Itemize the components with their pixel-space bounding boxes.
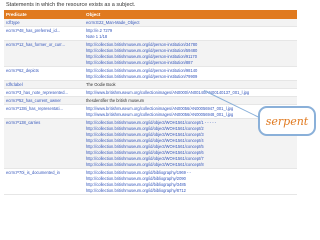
object-cell: http://collection.britishmuseum.org/id/p… — [84, 41, 297, 66]
table-row: ecrm:P138i_has_representati... http://www… — [4, 105, 297, 119]
table-row: rdf:type ecrm:E22_Man-Made_Object — [4, 19, 297, 27]
object-cell: http://www.britishmuseum.org/collectioni… — [84, 89, 297, 96]
table-body: rdf:type ecrm:E22_Man-Made_Object ecrm:P48… — [4, 19, 297, 195]
object-value: thesdentifier the british museum — [86, 97, 145, 103]
table-row: ecrm:P138_carries http://collection.briti… — [4, 119, 297, 169]
predicate-link[interactable]: ecrm:P138i_has_representati... — [4, 105, 84, 118]
table-row: rdfs:label The Oodie Book — [4, 81, 297, 89]
object-column-header: Object — [86, 12, 101, 17]
predicate-link[interactable]: ecrm:P12_has_former_or_curr... — [4, 41, 84, 66]
object-link[interactable]: Note 1 1/18 — [86, 34, 295, 40]
object-cell: The Oodie Book — [84, 81, 297, 88]
table-row: ecrm:P3_has_note_represented... http://ww… — [4, 89, 297, 97]
table-row: ecrm:P62_depicts http://collection.britis… — [4, 67, 297, 81]
object-cell: http://collection.britishmuseum.org/id/b… — [84, 169, 297, 194]
object-link[interactable]: http://collection.britishmuseum.org/id/o… — [86, 162, 295, 168]
predicate-link[interactable]: ecrm:P3_has_note_represented... — [4, 89, 84, 96]
object-link[interactable]: ecrm:E22_Man-Made_Object — [86, 20, 295, 26]
object-cell: ecrm:E22_Man-Made_Object — [84, 19, 297, 26]
object-link[interactable]: http://collection.britishmuseum.org/id/p… — [86, 60, 295, 66]
table-row: ecrm:P70i_is_documented_in http://collect… — [4, 169, 297, 195]
table-header: Predicate Object — [4, 10, 297, 19]
object-link[interactable]: http://collection.britishmuseum.org/id/p… — [86, 74, 295, 80]
callout-text: serpent — [265, 114, 309, 128]
predicate-link[interactable]: rdf:type — [4, 19, 84, 26]
predicate-link[interactable]: ecrm:P62_depicts — [4, 67, 84, 80]
predicate-link[interactable]: ecrm:P48_has_preferred_id... — [4, 27, 84, 40]
table-row: ecrm:P52_has_current_owner thesdentifier … — [4, 97, 297, 105]
predicate-link[interactable]: rdfs:label — [4, 81, 84, 88]
object-value: The Oodie Book — [86, 81, 116, 87]
object-link[interactable]: http://www.britishmuseum.org/collectioni… — [86, 90, 295, 96]
object-cell: thesdentifier the british museum — [84, 97, 297, 104]
table-row: ecrm:P48_has_preferred_id... http://e.2 7… — [4, 27, 297, 41]
object-cell: http://collection.britishmuseum.org/id/p… — [84, 67, 297, 80]
predicate-link[interactable]: ecrm:P52_has_current_owner — [4, 97, 84, 104]
predicate-link[interactable]: ecrm:P70i_is_documented_in — [4, 169, 84, 194]
table-row: ecrm:P12_has_former_or_curr... http://col… — [4, 41, 297, 67]
object-cell: http://e.2 7279 Note 1 1/18 — [84, 27, 297, 40]
predicate-link[interactable]: ecrm:P138_carries — [4, 119, 84, 168]
predicate-column-header: Predicate — [6, 12, 27, 17]
statements-table: Predicate Object rdf:type ecrm:E22_Man-Ma… — [4, 10, 297, 195]
page-title: Statements in which the resource exists … — [6, 2, 136, 8]
object-link[interactable]: http://collection.britishmuseum.org/id/b… — [86, 188, 295, 194]
serpent-callout: serpent — [258, 106, 316, 136]
